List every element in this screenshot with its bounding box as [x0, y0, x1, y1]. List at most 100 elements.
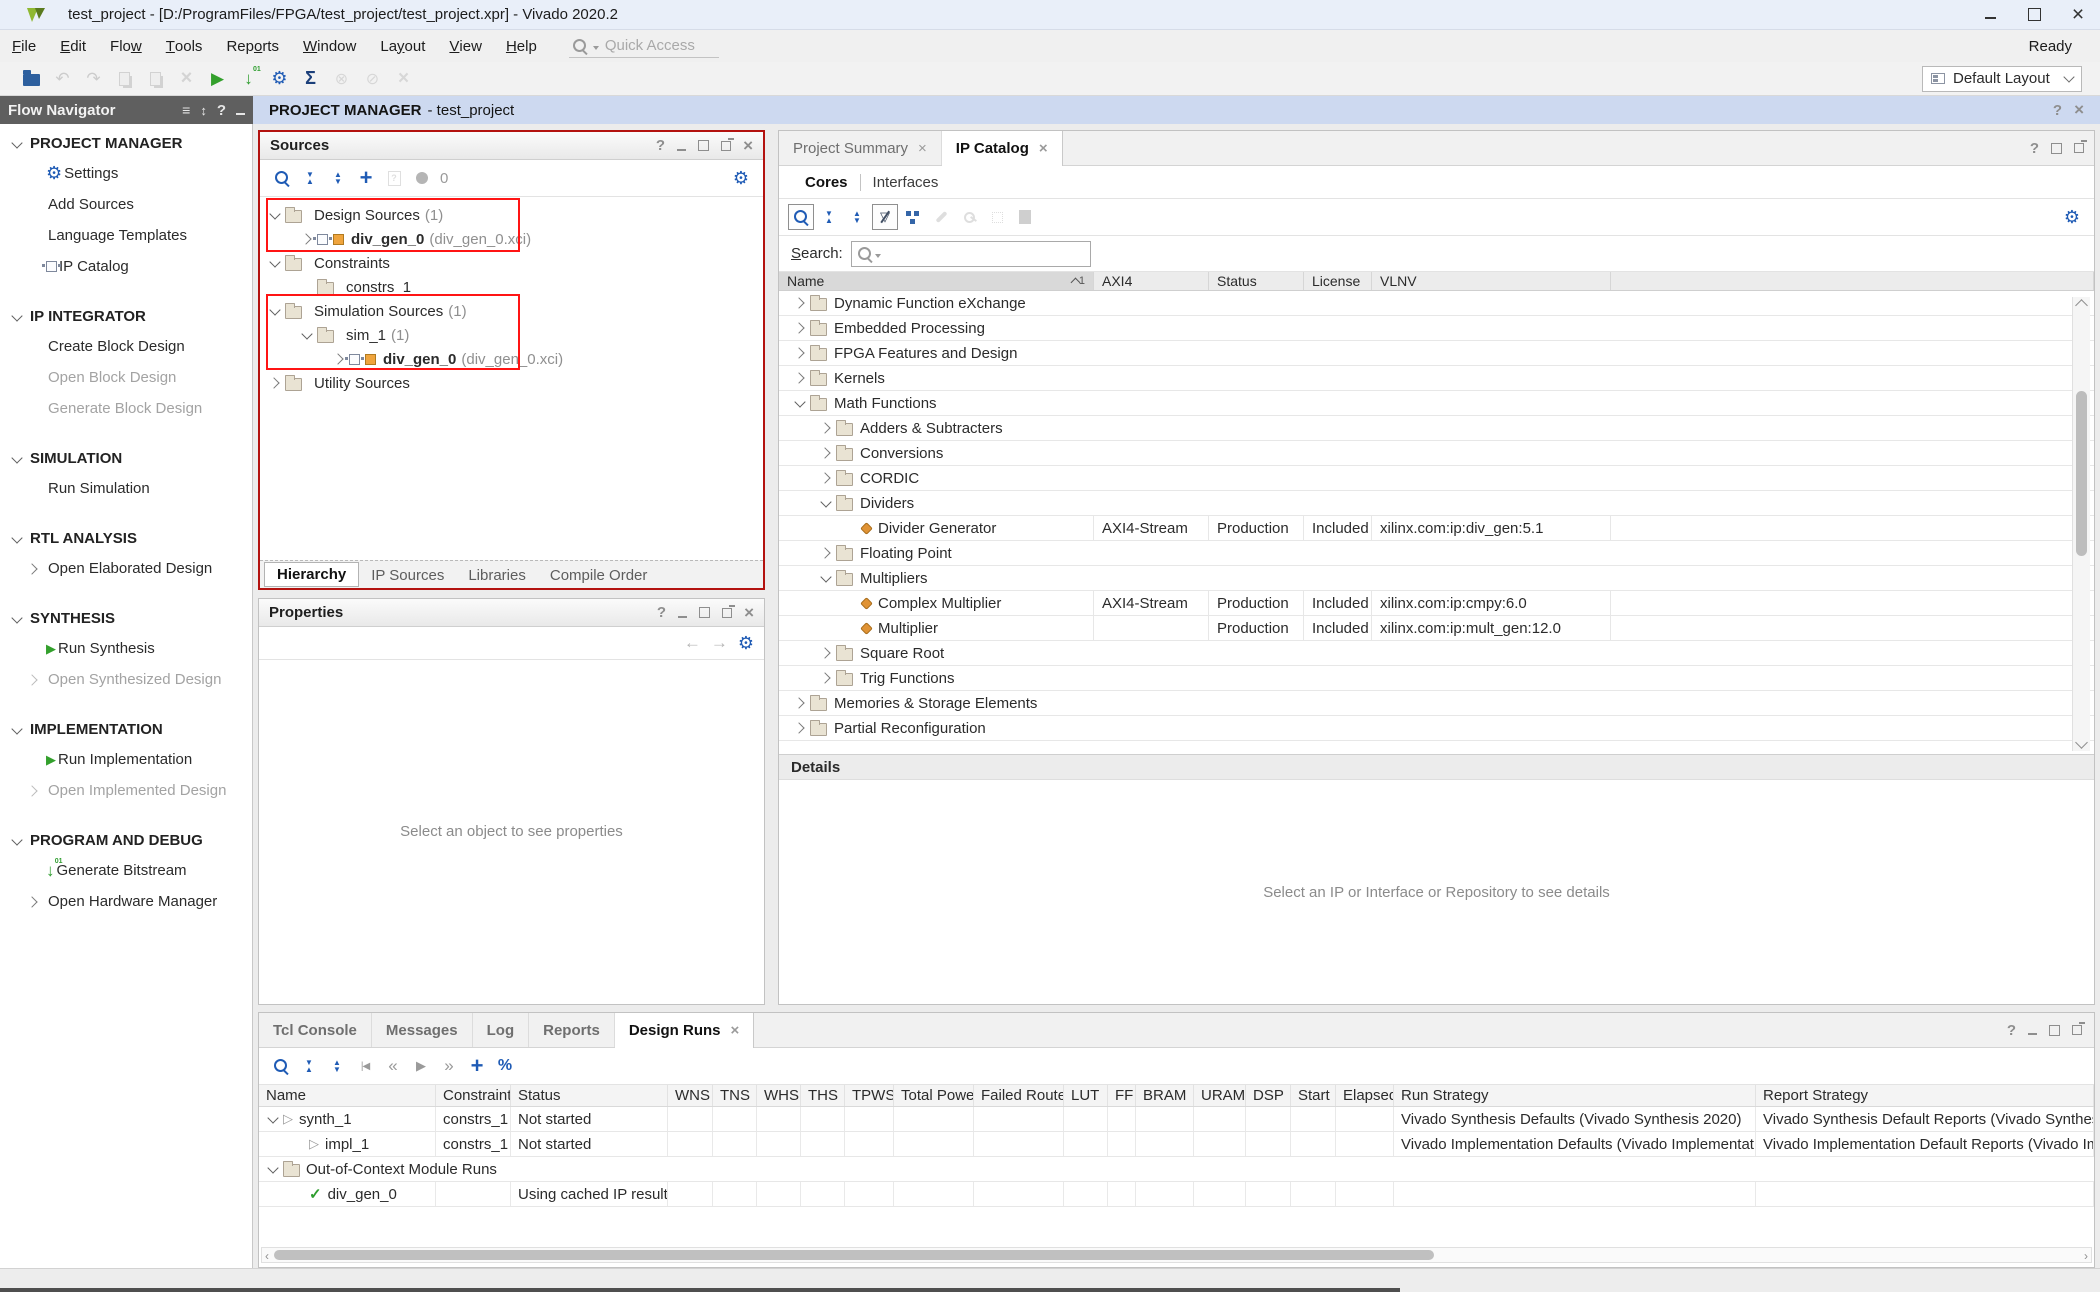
- chevron-right-icon[interactable]: [819, 546, 833, 560]
- chevron-right-icon[interactable]: [819, 446, 833, 460]
- menu-item[interactable]: Window: [291, 30, 368, 62]
- chevron-right-icon[interactable]: [819, 646, 833, 660]
- flow-navigator-entry[interactable]: Open Block Design: [0, 362, 252, 393]
- column-status[interactable]: Status: [1209, 272, 1304, 290]
- flow-navigator-entry[interactable]: Add Sources: [0, 189, 252, 220]
- window-close-icon[interactable]: [2056, 0, 2100, 30]
- column-lut[interactable]: LUT: [1064, 1085, 1108, 1106]
- quick-access-input[interactable]: [605, 37, 720, 54]
- close-icon[interactable]: [731, 1022, 740, 1039]
- flow-navigator-entry[interactable]: RTL ANALYSIS: [0, 523, 252, 553]
- ip-catalog-subtab[interactable]: Interfaces: [860, 174, 951, 191]
- ip-catalog-row[interactable]: Conversions: [779, 441, 2094, 466]
- scroll-down-icon[interactable]: [2075, 736, 2088, 749]
- chevron-right-icon[interactable]: [793, 721, 807, 735]
- close-icon[interactable]: [2074, 102, 2084, 119]
- design-run-row[interactable]: impl_1 constrs_1 Not started Vivado Impl…: [259, 1132, 2094, 1157]
- column-dsp[interactable]: DSP: [1246, 1085, 1291, 1106]
- back-arrow-icon[interactable]: ←: [684, 633, 701, 653]
- sources-view-tab[interactable]: Hierarchy: [264, 562, 359, 587]
- help-icon[interactable]: [656, 137, 665, 154]
- float-icon[interactable]: [2074, 143, 2084, 153]
- column-uram[interactable]: URAM: [1194, 1085, 1246, 1106]
- menu-item[interactable]: Help: [494, 30, 549, 62]
- flow-navigator-entry[interactable]: IMPLEMENTATION: [0, 714, 252, 744]
- ip-catalog-row[interactable]: Memories & Storage Elements: [779, 691, 2094, 716]
- flow-navigator-entry[interactable]: PROGRAM AND DEBUG: [0, 825, 252, 855]
- vertical-scrollbar[interactable]: [2072, 297, 2090, 751]
- chevron-right-icon[interactable]: [268, 376, 282, 390]
- scrollbar-thumb[interactable]: [2076, 391, 2087, 556]
- chevron-right-icon[interactable]: [793, 371, 807, 385]
- ip-catalog-row[interactable]: Floating Point: [779, 541, 2094, 566]
- tree-row[interactable]: div_gen_0 (div_gen_0.xci): [260, 347, 763, 371]
- float-icon[interactable]: [721, 141, 731, 151]
- sources-view-tab[interactable]: Libraries: [456, 564, 538, 587]
- scroll-up-icon[interactable]: [2075, 299, 2088, 312]
- ip-catalog-row[interactable]: Divider Generator AXI4-Stream Production…: [779, 516, 2094, 541]
- quick-access-search[interactable]: [569, 34, 719, 58]
- ip-catalog-row[interactable]: Complex Multiplier AXI4-Stream Productio…: [779, 591, 2094, 616]
- flow-navigator-entry[interactable]: PROJECT MANAGER: [0, 128, 252, 158]
- float-icon[interactable]: [2072, 1025, 2082, 1035]
- chevron-right-icon[interactable]: [793, 696, 807, 710]
- maximize-icon[interactable]: [699, 607, 710, 618]
- flow-navigator-entry[interactable]: Run Simulation: [0, 473, 252, 504]
- ip-catalog-subtab[interactable]: Cores: [793, 174, 860, 191]
- minimize-icon[interactable]: [236, 102, 245, 119]
- ip-catalog-row[interactable]: Multipliers: [779, 566, 2094, 591]
- maximize-icon[interactable]: [2049, 1025, 2060, 1036]
- scrollbar-thumb[interactable]: [274, 1250, 1434, 1260]
- chevron-down-icon[interactable]: [300, 328, 314, 342]
- flow-navigator-entry[interactable]: Settings: [0, 158, 252, 189]
- sources-view-tab[interactable]: IP Sources: [359, 564, 456, 587]
- tree-row[interactable]: constrs_1: [260, 275, 763, 299]
- design-run-row[interactable]: div_gen_0 Using cached IP results: [259, 1182, 2094, 1207]
- results-tab[interactable]: Messages: [372, 1013, 473, 1047]
- ip-catalog-row[interactable]: Square Root: [779, 641, 2094, 666]
- column-vlnv[interactable]: VLNV: [1372, 272, 1611, 290]
- updown-icon[interactable]: [200, 102, 207, 119]
- flow-navigator-entry[interactable]: Create Block Design: [0, 331, 252, 362]
- ip-catalog-row[interactable]: Adders & Subtracters: [779, 416, 2094, 441]
- flow-navigator-entry[interactable]: Run Implementation: [0, 744, 252, 775]
- column-whs[interactable]: WHS: [757, 1085, 801, 1106]
- maximize-icon[interactable]: [2051, 143, 2062, 154]
- flow-navigator-entry[interactable]: IP INTEGRATOR: [0, 301, 252, 331]
- ip-catalog-row[interactable]: CORDIC: [779, 466, 2094, 491]
- flow-navigator-entry[interactable]: Language Templates: [0, 220, 252, 251]
- column-report-strategy[interactable]: Report Strategy: [1756, 1085, 2094, 1106]
- tree-row[interactable]: sim_1 (1): [260, 323, 763, 347]
- column-elapsed[interactable]: Elapsed: [1336, 1085, 1394, 1106]
- chevron-right-icon[interactable]: [819, 671, 833, 685]
- window-minimize-icon[interactable]: [1968, 0, 2012, 30]
- column-constraints[interactable]: Constraints: [436, 1085, 511, 1106]
- scroll-left-icon[interactable]: ‹: [265, 1252, 269, 1261]
- column-ths[interactable]: THS: [801, 1085, 845, 1106]
- menu-item[interactable]: Edit: [48, 30, 98, 62]
- flow-navigator-entry[interactable]: SYNTHESIS: [0, 603, 252, 633]
- flow-navigator-entry[interactable]: IP Catalog: [0, 251, 252, 282]
- column-total-power[interactable]: Total Power: [894, 1085, 974, 1106]
- column-axi4[interactable]: AXI4: [1094, 272, 1209, 290]
- ip-search-input[interactable]: [884, 245, 1084, 262]
- window-maximize-icon[interactable]: [2012, 0, 2056, 30]
- tree-row[interactable]: Simulation Sources (1): [260, 299, 763, 323]
- column-status[interactable]: Status: [511, 1085, 668, 1106]
- tree-row[interactable]: Utility Sources: [260, 371, 763, 395]
- ip-search-box[interactable]: [851, 241, 1091, 267]
- flow-navigator-entry[interactable]: Open Synthesized Design: [0, 664, 252, 695]
- results-tab[interactable]: Design Runs: [615, 1013, 754, 1048]
- results-tab[interactable]: Log: [473, 1013, 530, 1047]
- chevron-right-icon[interactable]: [793, 321, 807, 335]
- horizontal-scrollbar[interactable]: ‹ ›: [261, 1247, 2092, 1263]
- menu-item[interactable]: Reports: [214, 30, 291, 62]
- help-icon[interactable]: [217, 102, 226, 119]
- menu-item[interactable]: Tools: [154, 30, 215, 62]
- layout-selector[interactable]: Default Layout: [1922, 66, 2082, 92]
- settings-gear-icon[interactable]: [738, 633, 754, 654]
- flow-navigator-entry[interactable]: Generate Bitstream: [0, 855, 252, 886]
- chevron-right-icon[interactable]: [793, 346, 807, 360]
- menu-item[interactable]: Flow: [98, 30, 154, 62]
- ip-catalog-row[interactable]: Kernels: [779, 366, 2094, 391]
